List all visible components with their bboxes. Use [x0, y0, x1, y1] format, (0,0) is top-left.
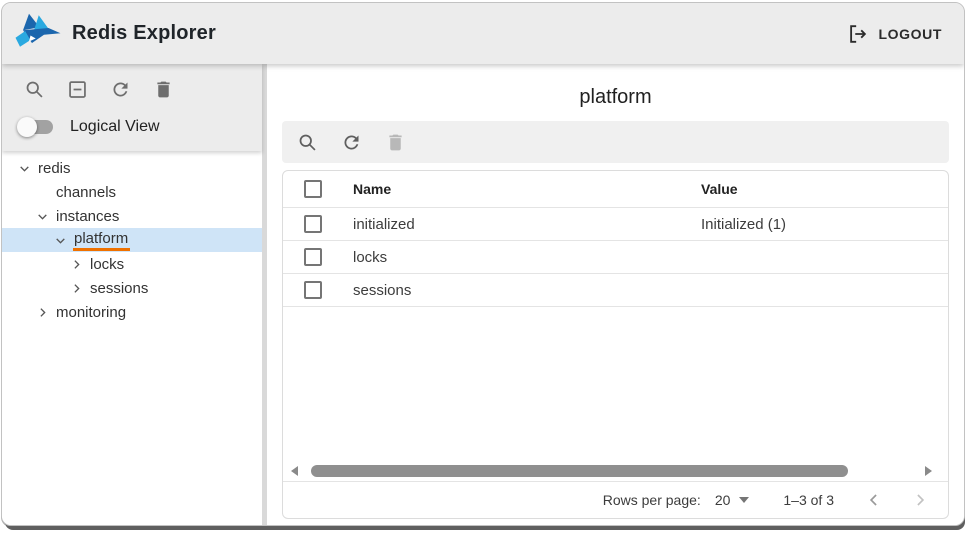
keys-table: Name Value initialized Initialized (1) l…: [282, 170, 949, 519]
sidebar: Logical View redis channels: [2, 64, 267, 525]
tree-item-monitoring[interactable]: monitoring: [2, 300, 262, 324]
table-row[interactable]: locks: [283, 241, 948, 274]
row-checkbox[interactable]: [304, 248, 322, 266]
search-icon: [24, 79, 45, 100]
tree-item-locks[interactable]: locks: [2, 252, 262, 276]
cell-name: sessions: [353, 282, 701, 299]
tree-item-instances[interactable]: instances: [2, 204, 262, 228]
chevron-right-icon[interactable]: [34, 304, 50, 320]
chevron-down-icon[interactable]: [34, 208, 50, 224]
table-toolbar: [282, 121, 949, 163]
tree-item-label: monitoring: [56, 304, 126, 321]
scroll-right-arrow[interactable]: [925, 466, 932, 476]
chevron-right-icon[interactable]: [68, 280, 84, 296]
scroll-left-arrow[interactable]: [291, 466, 298, 476]
chevron-down-icon[interactable]: [16, 160, 32, 176]
tree-item-channels[interactable]: channels: [2, 180, 262, 204]
next-page-button[interactable]: [910, 490, 930, 510]
scrollbar-track[interactable]: [304, 465, 919, 477]
rows-per-page-value: 20: [715, 492, 731, 508]
logical-view-toggle[interactable]: [18, 117, 54, 137]
tree-item-redis[interactable]: redis: [2, 156, 262, 180]
paginator: Rows per page: 20 1–3 of 3: [283, 481, 948, 518]
cell-name: locks: [353, 249, 701, 266]
key-tree: redis channels instances: [2, 151, 262, 324]
chevron-left-icon: [864, 490, 884, 510]
refresh-icon: [341, 132, 362, 153]
tree-item-label: locks: [90, 256, 124, 273]
tree-delete-button[interactable]: [151, 77, 175, 101]
caret-down-icon: [739, 497, 749, 503]
logout-label: LOGOUT: [879, 26, 942, 42]
cell-value: Initialized (1): [701, 216, 948, 233]
page-title: platform: [282, 86, 949, 109]
page-range-label: 1–3 of 3: [783, 492, 834, 508]
tree-item-label: redis: [38, 160, 71, 177]
horizontal-scrollbar[interactable]: [283, 460, 948, 481]
refresh-icon: [110, 79, 131, 100]
previous-page-button[interactable]: [864, 490, 884, 510]
table-search-button[interactable]: [295, 130, 319, 154]
tree-refresh-button[interactable]: [108, 77, 132, 101]
cell-name: initialized: [353, 216, 701, 233]
select-all-checkbox[interactable]: [304, 180, 322, 198]
tree-item-sessions[interactable]: sessions: [2, 276, 262, 300]
sidebar-toolbar: Logical View: [2, 64, 262, 151]
scrollbar-thumb[interactable]: [311, 465, 848, 477]
table-refresh-button[interactable]: [339, 130, 363, 154]
delete-icon: [153, 79, 174, 100]
toggle-knob: [17, 117, 37, 137]
search-icon: [297, 132, 318, 153]
row-checkbox[interactable]: [304, 281, 322, 299]
main-panel: platform: [267, 64, 964, 525]
tree-item-label: channels: [56, 184, 116, 201]
row-checkbox[interactable]: [304, 215, 322, 233]
content-area: Logical View redis channels: [2, 64, 964, 525]
logout-button[interactable]: LOGOUT: [847, 23, 942, 45]
collapse-all-button[interactable]: [65, 77, 89, 101]
table-row[interactable]: sessions: [283, 274, 948, 307]
chevron-down-icon[interactable]: [52, 232, 68, 248]
collapse-all-icon: [67, 79, 88, 100]
tree-item-label: platform: [73, 230, 130, 251]
tree-search-button[interactable]: [22, 77, 46, 101]
table-empty-space: [283, 307, 948, 460]
rows-per-page-select[interactable]: 20: [715, 492, 750, 508]
table-row[interactable]: initialized Initialized (1): [283, 208, 948, 241]
tree-item-label: instances: [56, 208, 119, 225]
table-delete-button[interactable]: [383, 130, 407, 154]
chevron-right-icon: [910, 490, 930, 510]
rows-per-page-label: Rows per page:: [603, 492, 701, 508]
logo-bird-icon: [14, 12, 62, 56]
app-title: Redis Explorer: [72, 22, 216, 45]
table-header-row: Name Value: [283, 171, 948, 208]
column-header-value: Value: [701, 181, 948, 197]
chevron-right-icon[interactable]: [68, 256, 84, 272]
tree-item-platform[interactable]: platform: [2, 228, 262, 252]
app-header: Redis Explorer LOGOUT: [2, 3, 964, 64]
tree-item-label: sessions: [90, 280, 148, 297]
column-header-name: Name: [353, 181, 701, 197]
app-window: Redis Explorer LOGOUT: [1, 2, 965, 526]
delete-icon: [385, 132, 406, 153]
logical-view-label: Logical View: [70, 118, 160, 136]
logout-icon: [847, 23, 869, 45]
